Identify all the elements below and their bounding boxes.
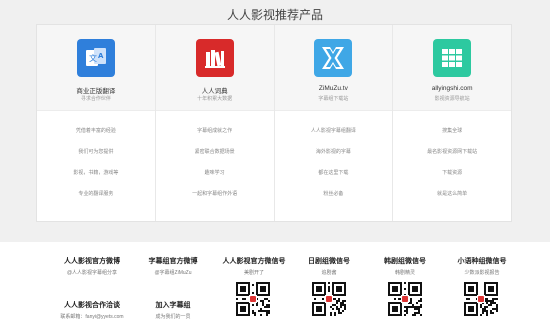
cooperation-link[interactable]: 人人影视合作洽谈 联系邮箱：fanyi@yyets.com: [42, 300, 142, 320]
feature-item: 我们可为您提供: [78, 149, 114, 155]
zimuzu-x-icon[interactable]: [314, 39, 353, 77]
feature-item: 一起和字幕组作外语: [192, 191, 238, 197]
product-header: 人人词典 十年积累大数据: [155, 25, 274, 111]
product-subtitle: 十年积累大数据: [197, 96, 233, 102]
wechat-official: 人人影视官方微信号 美剧开了: [212, 256, 296, 276]
footer-social: 人人影视官方微博 @人人影视字幕组分享 字幕组官方微博 @字幕组ZiMuZu 人…: [0, 242, 550, 330]
feature-item: 人人影视字幕组翻译: [310, 128, 356, 134]
feature-item: 就是这么简单: [437, 191, 468, 197]
account-title: 人人影视合作洽谈: [64, 302, 120, 309]
grid-apps-icon[interactable]: [433, 39, 472, 77]
feature-item: 紧密联合数据场景: [194, 149, 235, 155]
product-header: allyingshi.com 影视资源导航站: [393, 25, 511, 111]
feature-item: 凭借着丰富的经验: [75, 128, 116, 134]
dictionary-books-icon[interactable]: [195, 39, 234, 77]
wechat-qr-code: [464, 282, 498, 316]
wechat-subtitle: 韩剧精灵: [394, 270, 415, 276]
account-subtitle: 成为我们的一员: [155, 314, 191, 320]
product-name[interactable]: 人人词典: [156, 85, 274, 95]
product-subtitle: 影视资源导航站: [434, 96, 470, 102]
product-name[interactable]: 商业正版翻译: [37, 85, 155, 95]
account-title: 加入字幕组: [155, 302, 191, 309]
svg-text:A: A: [98, 52, 104, 60]
product-card-allyingshi[interactable]: allyingshi.com 影视资源导航站 搜集全球 最名影视资源网下载站 下…: [393, 25, 511, 221]
feature-list: 搜集全球 最名影视资源网下载站 下载资源 就是这么简单: [393, 111, 511, 211]
feature-item: 海外影视的字幕: [315, 149, 351, 155]
product-name[interactable]: ZiMuZu.tv: [275, 85, 393, 92]
wechat-title: 日剧组微信号: [308, 258, 350, 265]
feature-list: 人人影视字幕组翻译 海外影视的字幕 都在这里下载 粉丝必备: [275, 111, 393, 211]
wechat-minor-languages: 小语种组微信号 少数派影视报告: [440, 256, 524, 276]
product-card-zimuzu[interactable]: ZiMuZu.tv 字幕组下载站 人人影视字幕组翻译 海外影视的字幕 都在这里下…: [274, 25, 394, 221]
account-title: 字幕组官方微博: [148, 258, 198, 265]
products-grid: 文 A 商业正版翻译 寻求合作伙伴 凭借着丰富的经验 我们可为您提供 影视，书籍…: [36, 24, 512, 222]
join-group-link[interactable]: 加入字幕组 成为我们的一员: [138, 300, 208, 320]
wechat-subtitle: 追剧酱: [321, 270, 337, 276]
feature-item: 粉丝必备: [323, 191, 344, 197]
wechat-korean-drama: 韩剧组微信号 韩剧精灵: [366, 256, 444, 276]
feature-list: 凭借着丰富的经验 我们可为您提供 影视，书籍，游戏等 专业的翻译服务: [37, 111, 155, 211]
feature-list: 字幕组成就之作 紧密联合数据场景 趣味学习 一起和字幕组作外语: [156, 111, 274, 211]
wechat-subtitle: 美剧开了: [243, 270, 264, 276]
feature-item: 趣味学习: [204, 170, 225, 176]
product-name[interactable]: allyingshi.com: [393, 85, 511, 92]
wechat-qr-code: [236, 282, 270, 316]
account-subtitle: @人人影视字幕组分享: [66, 270, 118, 276]
svg-text:文: 文: [89, 53, 97, 63]
wechat-qr-code: [312, 282, 346, 316]
product-subtitle: 寻求合作伙伴: [80, 96, 111, 102]
product-header: ZiMuZu.tv 字幕组下载站: [274, 25, 393, 111]
wechat-japanese-drama: 日剧组微信号 追剧酱: [290, 256, 368, 276]
wechat-qr-code: [388, 282, 422, 316]
wechat-subtitle: 少数派影视报告: [464, 270, 500, 276]
weibo-subtitle-group-link[interactable]: 字幕组官方微博 @字幕组ZiMuZu: [138, 256, 208, 276]
feature-item: 都在这里下载: [318, 170, 349, 176]
page-title: 人人影视推荐产品: [226, 8, 323, 22]
account-subtitle: 联系邮箱：fanyi@yyets.com: [60, 314, 124, 320]
feature-item: 影视，书籍，游戏等: [73, 170, 119, 176]
product-card-translation[interactable]: 文 A 商业正版翻译 寻求合作伙伴 凭借着丰富的经验 我们可为您提供 影视，书籍…: [37, 25, 156, 221]
wechat-title: 小语种组微信号: [457, 258, 507, 265]
feature-item: 专业的翻译服务: [78, 191, 114, 197]
feature-item: 下载资源: [442, 170, 463, 176]
wechat-title: 人人影视官方微信号: [222, 258, 286, 265]
account-subtitle: @字幕组ZiMuZu: [154, 270, 192, 276]
products-section: 人人影视推荐产品 文 A 商业正版翻译 寻求合作伙伴 凭借着丰富的经验 我们可为…: [0, 0, 550, 242]
feature-item: 字幕组成就之作: [197, 128, 233, 134]
product-subtitle: 字幕组下载站: [318, 96, 349, 102]
feature-item: 搜集全球: [442, 128, 463, 134]
account-title: 人人影视官方微博: [64, 258, 120, 265]
wechat-title: 韩剧组微信号: [384, 258, 426, 265]
weibo-official-link[interactable]: 人人影视官方微博 @人人影视字幕组分享: [52, 256, 132, 276]
product-card-dictionary[interactable]: 人人词典 十年积累大数据 字幕组成就之作 紧密联合数据场景 趣味学习 一起和字幕…: [155, 25, 275, 221]
product-header: 文 A 商业正版翻译 寻求合作伙伴: [37, 25, 155, 111]
feature-item: 最名影视资源网下载站: [427, 149, 478, 155]
translate-icon[interactable]: 文 A: [76, 39, 115, 77]
